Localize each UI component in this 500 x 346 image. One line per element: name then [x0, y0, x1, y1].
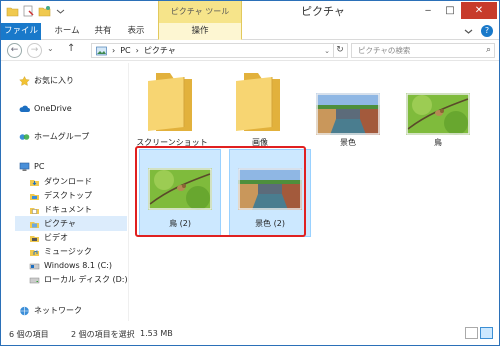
path-separator: ›	[135, 46, 139, 55]
address-bar[interactable]: › PC › ピクチャ ⌄	[91, 43, 334, 58]
explorer-window: ピクチャ ツール ピクチャ ‒ □ ✕ ファイル ホーム 共有 表示 操作 ? …	[0, 0, 500, 346]
sidebar-item-label: OneDrive	[34, 104, 72, 113]
sidebar-item-music[interactable]: ミュージック	[29, 244, 92, 259]
ribbon-right-controls: ?	[464, 25, 493, 37]
pictures-icon	[30, 221, 39, 228]
folder-icon	[148, 73, 192, 131]
sidebar-item-label: ネットワーク	[34, 306, 82, 315]
title-bar: ピクチャ ツール ピクチャ ‒ □ ✕	[1, 1, 499, 23]
status-bar: 6 個の項目 2 個の項目を選択 1.53 MB	[1, 323, 499, 345]
navigation-bar: ← → ⌄ ↑ › PC › ピクチャ ⌄ ↻ ピクチャの検索 ⌕	[1, 40, 499, 61]
item-count: 6 個の項目	[9, 330, 49, 339]
documents-icon	[30, 207, 39, 214]
tab-manage[interactable]: 操作	[158, 23, 242, 40]
file-item-bird[interactable]: 鳥	[397, 63, 479, 151]
computer-icon	[19, 162, 30, 171]
breadcrumb-pc[interactable]: PC	[120, 46, 130, 55]
sidebar-item-label: PC	[34, 162, 45, 171]
window-title: ピクチャ	[301, 5, 345, 18]
search-icon[interactable]: ⌕	[486, 44, 491, 57]
tab-view[interactable]: 表示	[121, 23, 151, 40]
tab-file[interactable]: ファイル	[1, 23, 41, 40]
sidebar-item-label: デスクトップ	[44, 191, 92, 200]
sidebar-item-pc[interactable]: PC	[19, 159, 44, 174]
sidebar-item-label: ローカル ディスク (D:)	[44, 275, 128, 284]
tab-home[interactable]: ホーム	[49, 23, 85, 40]
tab-share[interactable]: 共有	[89, 23, 117, 40]
refresh-button[interactable]: ↻	[333, 43, 348, 58]
search-placeholder: ピクチャの検索	[358, 46, 411, 55]
back-button[interactable]: ←	[7, 43, 22, 58]
homegroup-icon	[19, 133, 30, 140]
picture-tools-label: ピクチャ ツール	[170, 7, 230, 16]
sidebar-item-favorites[interactable]: お気に入り	[19, 73, 74, 88]
details-view-icon[interactable]	[465, 327, 478, 339]
windows-drive-icon	[29, 263, 40, 269]
hard-drive-icon	[29, 277, 40, 283]
highlight-frame	[135, 146, 306, 237]
canal-photo-thumbnail	[316, 93, 380, 135]
sidebar-item-label: ドキュメント	[44, 205, 92, 214]
folder-icon	[236, 73, 280, 131]
maximize-button[interactable]: □	[439, 2, 461, 19]
file-item-screenshots[interactable]: スクリーンショット	[131, 63, 213, 151]
selection-size: 1.53 MB	[140, 329, 173, 338]
search-input[interactable]: ピクチャの検索 ⌕	[351, 43, 495, 58]
music-icon	[30, 249, 39, 256]
download-icon	[30, 179, 39, 186]
file-item-images-folder[interactable]: 画像	[219, 63, 301, 151]
file-name: 景色	[340, 138, 356, 147]
file-item-scenery[interactable]: 景色	[307, 63, 389, 151]
close-button[interactable]: ✕	[461, 2, 497, 19]
sidebar-item-onedrive[interactable]: OneDrive	[19, 101, 72, 116]
star-icon	[19, 75, 30, 86]
up-button[interactable]: ↑	[67, 43, 75, 54]
bird-photo-thumbnail	[406, 93, 470, 135]
forward-button[interactable]: →	[27, 43, 42, 58]
ribbon-tabs: ファイル ホーム 共有 表示 操作 ?	[1, 23, 499, 40]
sidebar-item-label: ホームグループ	[34, 132, 90, 141]
pictures-folder-icon	[96, 46, 107, 55]
breadcrumb-pictures[interactable]: ピクチャ	[144, 45, 176, 56]
file-name: 鳥	[434, 138, 442, 147]
sidebar-item-pictures[interactable]: ピクチャ	[15, 216, 127, 231]
new-folder-icon[interactable]	[38, 5, 51, 17]
quick-access-toolbar	[6, 5, 67, 17]
path-separator: ›	[112, 46, 116, 55]
network-icon	[20, 306, 29, 315]
address-history-dropdown[interactable]: ⌄	[321, 47, 333, 55]
navigation-pane: お気に入り OneDrive ホームグループ PC ダウンロード デスクトップ …	[1, 63, 129, 321]
sidebar-item-drive-d[interactable]: ローカル ディスク (D:)	[29, 272, 128, 287]
picture-tools-header: ピクチャ ツール	[158, 1, 242, 23]
help-icon[interactable]: ?	[481, 25, 493, 37]
desktop-icon	[30, 193, 39, 200]
sidebar-item-label: ダウンロード	[44, 177, 92, 186]
selection-count: 2 個の項目を選択	[71, 330, 135, 339]
view-switcher	[465, 327, 493, 339]
sidebar-item-documents[interactable]: ドキュメント	[29, 202, 92, 217]
customize-dropdown-icon[interactable]	[54, 5, 67, 17]
sidebar-item-desktop[interactable]: デスクトップ	[29, 188, 92, 203]
expand-ribbon-icon[interactable]	[464, 27, 473, 36]
properties-icon[interactable]	[22, 5, 35, 17]
recent-locations-dropdown[interactable]: ⌄	[47, 44, 54, 53]
sidebar-item-label: Windows 8.1 (C:)	[44, 261, 113, 270]
window-controls: ‒ □ ✕	[417, 2, 497, 19]
sidebar-item-drive-c[interactable]: Windows 8.1 (C:)	[29, 258, 112, 273]
sidebar-item-label: ピクチャ	[44, 219, 76, 228]
large-icons-view-icon[interactable]	[480, 327, 493, 339]
sidebar-item-label: ミュージック	[44, 247, 92, 256]
videos-icon	[30, 235, 39, 242]
cloud-icon	[19, 105, 30, 112]
sidebar-item-videos[interactable]: ビデオ	[29, 230, 68, 245]
sidebar-item-label: お気に入り	[34, 76, 74, 85]
minimize-button[interactable]: ‒	[417, 2, 439, 19]
sidebar-item-label: ビデオ	[44, 233, 68, 242]
folder-icon[interactable]	[6, 5, 19, 17]
sidebar-item-downloads[interactable]: ダウンロード	[29, 174, 92, 189]
sidebar-item-network[interactable]: ネットワーク	[19, 303, 82, 318]
sidebar-item-homegroup[interactable]: ホームグループ	[19, 129, 89, 144]
